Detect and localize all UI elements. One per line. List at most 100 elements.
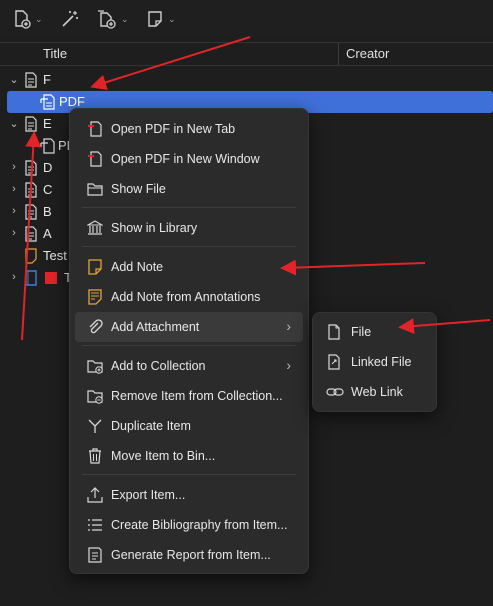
book-icon [25,270,37,286]
pdf-icon [88,121,102,137]
chevron-down-icon: ⌄ [168,13,176,24]
toolbar: ⌄ ⌄ ⌄ [0,0,493,38]
menu-item-export-item[interactable]: Export Item... [75,480,303,510]
attachment-add-icon [98,10,116,29]
tree-row-label: B [43,204,52,219]
linked-file-icon [328,354,340,370]
menu-item-show-in-library[interactable]: Show in Library [75,213,303,243]
new-item-button[interactable]: ⌄ [12,8,43,30]
tree-row-label: F [43,72,51,87]
submenu-item-file[interactable]: File [318,317,431,347]
report-icon [88,547,102,563]
menu-item-add-note-from-annotations[interactable]: Add Note from Annotations [75,282,303,312]
folder-icon [87,183,103,196]
menu-item-label: Add to Collection [111,359,206,373]
chevron-right-icon[interactable]: › [8,183,20,195]
trash-icon [89,448,101,464]
tree-row-label: Test [43,248,67,263]
color-tag-red [45,272,57,284]
tree-row-f[interactable]: ⌄ F [0,69,493,91]
document-icon [25,226,37,242]
document-icon [25,182,37,198]
tree-row-label: PDF [59,94,85,109]
document-icon [25,160,37,176]
menu-item-label: Duplicate Item [111,419,191,433]
bibliography-icon [88,519,102,531]
menu-item-add-attachment[interactable]: Add Attachment › [75,312,303,342]
document-icon [25,204,37,220]
chevron-right-icon[interactable]: › [8,271,20,283]
export-icon [87,487,103,503]
submenu-item-web-link[interactable]: Web Link [318,377,431,407]
submenu-item-linked-file[interactable]: Linked File [318,347,431,377]
tree-row-label: C [43,182,53,197]
menu-item-label: Add Note [111,260,164,274]
menu-item-label: Remove Item from Collection... [111,389,283,403]
pdf-attachment-icon [40,138,55,154]
duplicate-icon [88,419,102,433]
folder-add-icon [87,360,103,374]
menu-separator [82,345,296,346]
chevron-right-icon[interactable]: › [8,227,20,239]
menu-item-label: Show File [111,182,166,196]
chevron-down-icon: ⌄ [35,13,43,24]
menu-separator [82,246,296,247]
add-attachment-button[interactable]: ⌄ [96,8,129,30]
menu-item-label: Create Bibliography from Item... [111,518,288,532]
menu-item-label: Add Attachment [111,320,200,334]
note-icon [25,248,37,264]
tree-row-label: D [43,160,53,175]
menu-item-create-bibliography[interactable]: Create Bibliography from Item... [75,510,303,540]
new-item-icon [15,10,31,29]
chevron-right-icon[interactable]: › [8,161,20,173]
menu-item-open-pdf-new-window[interactable]: Open PDF in New Window [75,144,303,174]
column-divider[interactable] [338,43,339,65]
column-creator-header[interactable]: Creator [346,46,389,61]
web-link-icon [326,388,344,396]
submenu-item-label: Web Link [351,385,403,399]
menu-item-duplicate-item[interactable]: Duplicate Item [75,411,303,441]
menu-item-remove-from-collection[interactable]: Remove Item from Collection... [75,381,303,411]
menu-separator [82,207,296,208]
folder-remove-icon [87,390,103,404]
submenu-item-label: File [351,325,372,339]
menu-item-add-note[interactable]: Add Note [75,252,303,282]
chevron-down-icon[interactable]: ⌄ [8,117,20,130]
menu-item-label: Open PDF in New Window [111,152,260,166]
note-annotations-icon [88,289,102,305]
pdf-icon [88,151,102,167]
chevron-right-icon[interactable]: › [8,205,20,217]
menu-item-label: Add Note from Annotations [111,290,261,304]
add-attachment-submenu: File Linked File Web Link [312,312,437,412]
menu-item-show-file[interactable]: Show File [75,174,303,204]
menu-separator [82,474,296,475]
menu-item-open-pdf-new-tab[interactable]: Open PDF in New Tab [75,114,303,144]
tree-row-label: A [43,226,52,241]
menu-item-label: Open PDF in New Tab [111,122,236,136]
document-icon [25,116,37,132]
pdf-attachment-icon [40,94,55,110]
column-header: Title Creator [0,42,493,66]
file-icon [328,324,340,340]
paperclip-icon [89,319,103,334]
submenu-item-label: Linked File [351,355,412,369]
library-icon [87,220,103,235]
magic-wand-icon [62,11,78,27]
menu-item-label: Show in Library [111,221,198,235]
menu-item-label: Generate Report from Item... [111,548,271,562]
menu-item-generate-report[interactable]: Generate Report from Item... [75,540,303,570]
add-by-identifier-button[interactable] [60,8,80,30]
chevron-down-icon[interactable]: ⌄ [8,73,20,86]
context-menu: Open PDF in New Tab Open PDF in New Wind… [69,108,309,574]
chevron-down-icon: ⌄ [121,13,129,24]
document-icon [25,72,37,88]
column-title-header[interactable]: Title [43,46,67,61]
chevron-right-icon: › [286,318,291,334]
menu-item-label: Export Item... [111,488,186,502]
chevron-right-icon: › [286,357,291,373]
tree-row-label: E [43,116,52,131]
new-note-button[interactable]: ⌄ [145,8,176,30]
note-add-icon [148,11,162,27]
menu-item-add-to-collection[interactable]: Add to Collection › [75,351,303,381]
menu-item-move-to-bin[interactable]: Move Item to Bin... [75,441,303,471]
